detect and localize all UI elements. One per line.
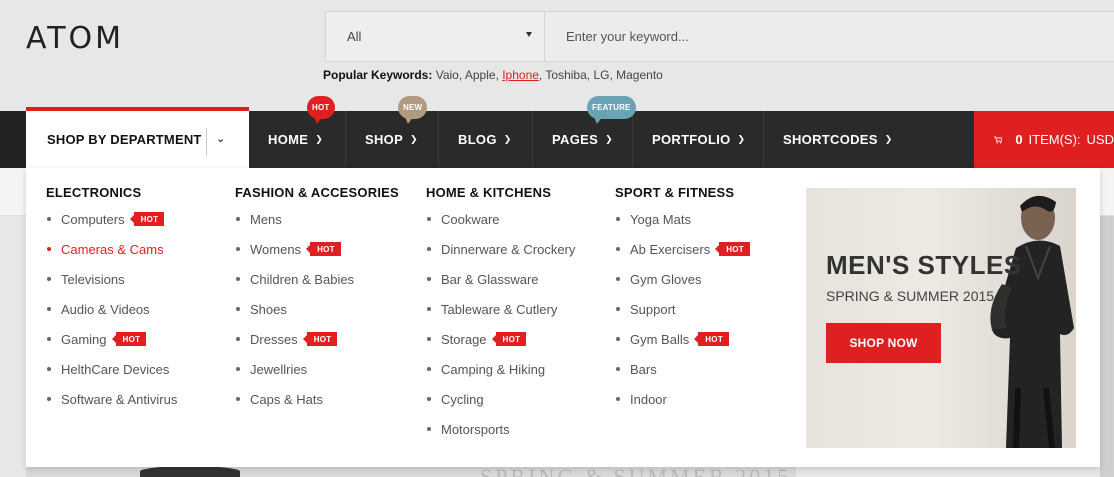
- search-category-value: All: [347, 29, 362, 44]
- menu-item[interactable]: Cookware: [426, 204, 575, 234]
- promo-subtitle: SPRING & SUMMER 2015: [826, 288, 995, 304]
- nav-label: BLOG: [458, 132, 497, 147]
- hot-tag: HOT: [694, 332, 730, 346]
- keyword-link[interactable]: LG,: [593, 68, 612, 82]
- menu-item[interactable]: Womens HOT: [235, 234, 399, 264]
- menu-item[interactable]: Children & Babies: [235, 264, 399, 294]
- hot-tag: HOT: [491, 332, 527, 346]
- menu-item[interactable]: Tableware & Cutlery: [426, 294, 575, 324]
- column-title[interactable]: FASHION & ACCESORIES: [235, 185, 399, 200]
- keyword-link[interactable]: Apple,: [465, 68, 499, 82]
- chevron-down-icon: ❯: [410, 134, 418, 144]
- cart-icon: [994, 135, 1003, 143]
- menu-item[interactable]: Dinnerware & Crockery: [426, 234, 575, 264]
- keyword-link[interactable]: Iphone: [502, 68, 539, 82]
- keyword-separator: ,: [538, 68, 543, 82]
- model-image: [990, 195, 1074, 448]
- hot-badge: HOT: [307, 96, 335, 124]
- menu-item[interactable]: Computers HOT: [46, 204, 177, 234]
- menu-item[interactable]: Storage HOT: [426, 324, 575, 354]
- divider: [206, 128, 207, 156]
- shop-by-department-button[interactable]: SHOP BY DEPARTMENT ⌄: [26, 107, 249, 168]
- menu-item[interactable]: Software & Antivirus: [46, 384, 177, 414]
- menu-item[interactable]: Camping & Hiking: [426, 354, 575, 384]
- column-title[interactable]: SPORT & FITNESS: [615, 185, 750, 200]
- menu-item[interactable]: Shoes: [235, 294, 399, 324]
- logo-text: ATOM: [26, 21, 125, 56]
- popular-keywords: Popular Keywords: Vaio, Apple, Iphone, T…: [323, 68, 663, 82]
- menu-column-home-kitchens: HOME & KITCHENS Cookware Dinnerware & Cr…: [426, 185, 575, 452]
- cart-button[interactable]: 0 ITEM(S): USD: [974, 111, 1114, 168]
- menu-item[interactable]: Gym Gloves: [615, 264, 750, 294]
- nav-item-portfolio[interactable]: PORTFOLIO ❯: [633, 111, 764, 168]
- search-category-select[interactable]: All: [326, 12, 545, 61]
- search-bar: All: [325, 11, 1114, 62]
- nav-item-shortcodes[interactable]: SHORTCODES ❯: [764, 111, 914, 168]
- nav-label: PORTFOLIO: [652, 132, 731, 147]
- hot-tag: HOT: [302, 332, 338, 346]
- menu-item[interactable]: Gym Balls HOT: [615, 324, 750, 354]
- column-title[interactable]: HOME & KITCHENS: [426, 185, 575, 200]
- hot-tag: HOT: [111, 332, 147, 346]
- menu-item[interactable]: Bar & Glassware: [426, 264, 575, 294]
- menu-item[interactable]: Cycling: [426, 384, 575, 414]
- menu-item[interactable]: Audio & Videos: [46, 294, 177, 324]
- column-title[interactable]: ELECTRONICS: [46, 185, 177, 200]
- cart-currency: USD: [1086, 132, 1114, 147]
- feature-badge: FEATURE: [587, 96, 636, 124]
- nav-item-shop[interactable]: NEW SHOP ❯: [346, 96, 439, 168]
- menu-item[interactable]: HelthCare Devices: [46, 354, 177, 384]
- keyword-link[interactable]: Magento: [616, 68, 663, 82]
- navbar-edge: [0, 111, 26, 168]
- hero-figure: [140, 466, 240, 477]
- chevron-down-icon: ❯: [884, 134, 893, 144]
- menu-column-fashion: FASHION & ACCESORIES Mens Womens HOT Chil…: [235, 185, 399, 422]
- nav-label: HOME: [268, 132, 309, 147]
- chevron-down-icon: ❯: [315, 134, 324, 144]
- menu-item[interactable]: Support: [615, 294, 750, 324]
- menu-item[interactable]: Cameras & Cams: [46, 234, 177, 264]
- chevron-down-icon: ❯: [605, 134, 613, 144]
- cart-label: ITEM(S):: [1028, 132, 1081, 147]
- chevron-down-icon: ❯: [503, 134, 512, 144]
- hot-tag: HOT: [306, 242, 341, 256]
- menu-column-electronics: ELECTRONICS Computers HOT Cameras & Cams …: [46, 185, 177, 422]
- hot-tag: HOT: [715, 242, 750, 256]
- menu-item[interactable]: Indoor: [615, 384, 750, 414]
- shop-now-button[interactable]: SHOP NOW: [826, 323, 941, 363]
- new-badge: NEW: [398, 96, 428, 124]
- logo[interactable]: ATOM: [26, 24, 124, 54]
- nav-item-blog[interactable]: BLOG ❯: [439, 111, 533, 168]
- hot-tag: HOT: [129, 212, 165, 226]
- promo-title: MEN'S STYLES: [826, 250, 1022, 280]
- menu-item[interactable]: Gaming HOT: [46, 324, 177, 354]
- menu-column-sport-fitness: SPORT & FITNESS Yoga Mats Ab Exercisers H…: [615, 185, 750, 422]
- menu-item[interactable]: Dresses HOT: [235, 324, 399, 354]
- menu-item[interactable]: Yoga Mats: [615, 204, 750, 234]
- keyword-link[interactable]: Vaio,: [436, 68, 462, 82]
- department-label: SHOP BY DEPARTMENT: [47, 132, 202, 147]
- popular-keywords-label: Popular Keywords:: [323, 68, 433, 82]
- search-input[interactable]: [545, 12, 1114, 61]
- menu-item[interactable]: Bars: [615, 354, 750, 384]
- caret-down-icon: [526, 32, 532, 37]
- nav-label: PAGES: [552, 132, 599, 147]
- menu-item[interactable]: Caps & Hats: [235, 384, 399, 414]
- nav-label: SHORTCODES: [783, 132, 878, 147]
- menu-item[interactable]: Motorsports: [426, 414, 575, 444]
- cart-count: 0: [1015, 132, 1023, 147]
- chevron-down-icon: ⌄: [216, 133, 226, 145]
- menu-item[interactable]: Mens: [235, 204, 399, 234]
- chevron-down-icon: ❯: [737, 134, 746, 144]
- menu-item[interactable]: Ab Exercisers HOT: [615, 234, 750, 264]
- side-banner: [1100, 216, 1114, 477]
- promo-banner[interactable]: MEN'S STYLES SPRING & SUMMER 2015 SHOP N…: [806, 188, 1076, 448]
- nav-item-home[interactable]: HOT HOME ❯: [249, 96, 346, 168]
- menu-item[interactable]: Jewellries: [235, 354, 399, 384]
- menu-item[interactable]: Televisions: [46, 264, 177, 294]
- nav-label: SHOP: [365, 132, 404, 147]
- keyword-link[interactable]: Toshiba,: [545, 68, 590, 82]
- nav-item-pages[interactable]: FEATURE PAGES ❯: [533, 96, 636, 168]
- mega-menu: ELECTRONICS Computers HOT Cameras & Cams …: [26, 168, 1100, 467]
